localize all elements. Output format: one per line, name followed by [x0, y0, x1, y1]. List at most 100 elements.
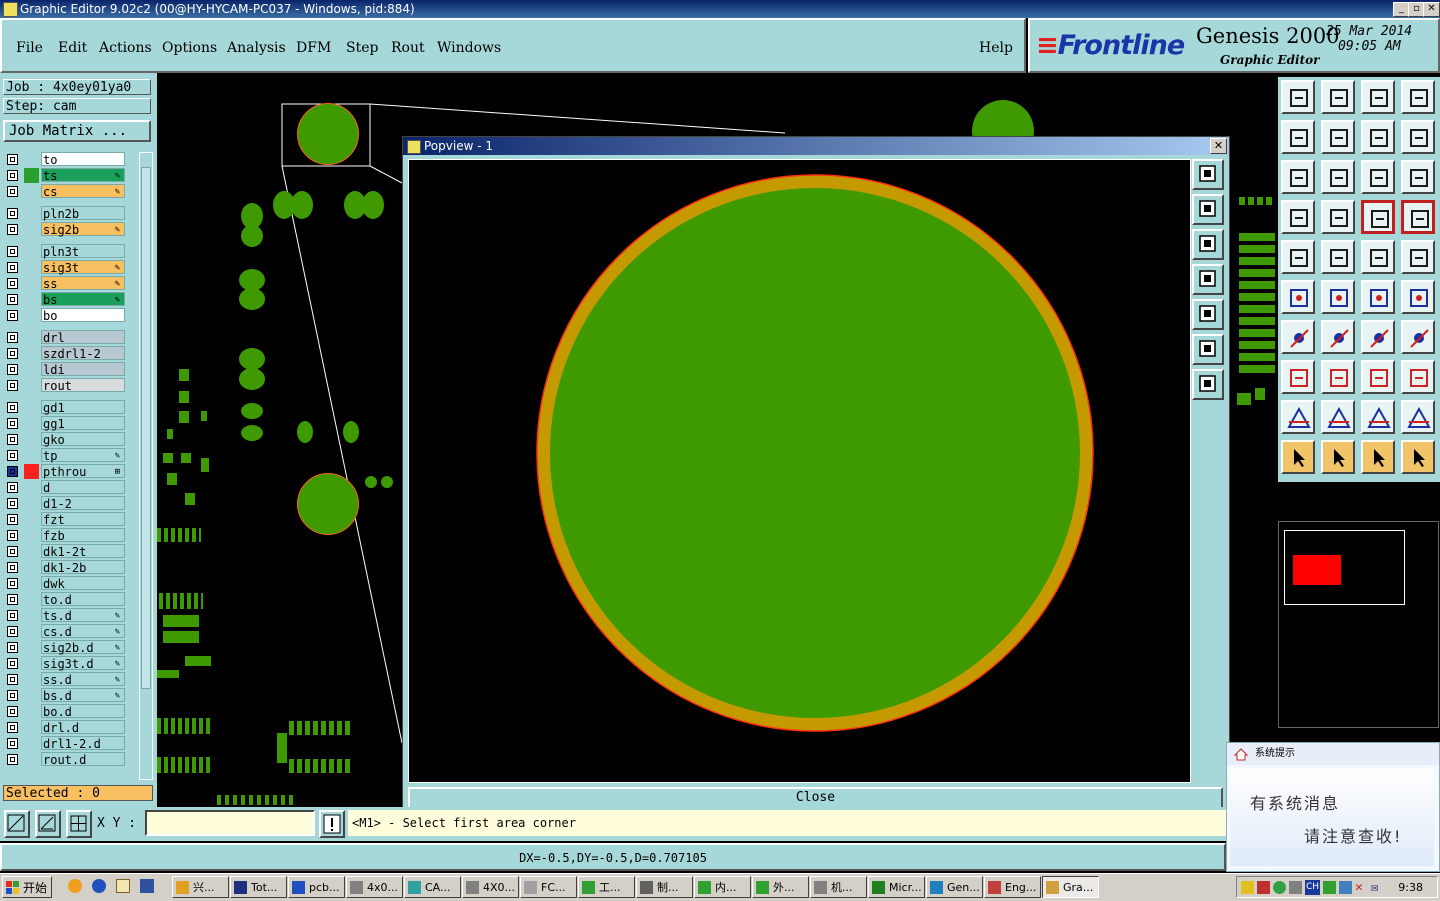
grid-icon[interactable]: [66, 810, 92, 838]
layer-row[interactable]: sig3t.d ✎: [3, 656, 127, 671]
layer-row[interactable]: gd1: [3, 400, 127, 415]
layer-row[interactable]: pthrou ⊞: [3, 464, 127, 479]
smd-pad-row[interactable]: [217, 795, 297, 805]
pointer-path-icon[interactable]: [1401, 440, 1435, 474]
layer-row[interactable]: ss.d ✎: [3, 672, 127, 687]
layer-name[interactable]: drl: [41, 330, 125, 345]
smd-pad[interactable]: [201, 458, 209, 472]
pad[interactable]: [241, 225, 263, 247]
layer-checkbox[interactable]: [7, 364, 18, 375]
taskbar-item[interactable]: Gen...: [926, 876, 983, 898]
menu-file[interactable]: File: [16, 40, 43, 56]
minimap-view-region[interactable]: [1293, 555, 1341, 585]
smd-pad[interactable]: [185, 493, 195, 505]
layer-row[interactable]: rout: [3, 378, 127, 393]
layer-row[interactable]: gko: [3, 432, 127, 447]
speaker-tray-icon[interactable]: [1289, 881, 1302, 894]
layer-checkbox[interactable]: [7, 690, 18, 701]
start-button[interactable]: 开始: [2, 876, 52, 898]
layer-row[interactable]: dk1-2t: [3, 544, 127, 559]
taskbar-item[interactable]: pcb...: [288, 876, 345, 898]
measure-box-icon[interactable]: [1361, 360, 1395, 394]
move-left-icon[interactable]: [1281, 120, 1315, 154]
layer-checkbox[interactable]: [7, 738, 18, 749]
layer-checkbox[interactable]: [7, 578, 18, 589]
smd-pad[interactable]: [1237, 393, 1251, 405]
pointer-box-icon[interactable]: [1321, 440, 1355, 474]
help-icon[interactable]: [1401, 160, 1435, 194]
layer-checkbox[interactable]: [7, 402, 18, 413]
smd-pad[interactable]: [185, 656, 211, 666]
mail-tray-icon[interactable]: ✉: [1371, 881, 1384, 894]
save-icon[interactable]: [140, 879, 154, 893]
text-a-box-icon[interactable]: [1361, 400, 1395, 434]
layer-row[interactable]: sig3t ✎: [3, 260, 127, 275]
smd-pad[interactable]: [167, 429, 173, 439]
feature-icon[interactable]: [1401, 320, 1435, 354]
pop-copy-up-icon[interactable]: [1192, 194, 1224, 225]
security-tray-icon[interactable]: [1323, 881, 1336, 894]
layer-row[interactable]: ss ✎: [3, 276, 127, 291]
smd-pad[interactable]: [179, 391, 189, 403]
smd-pad[interactable]: [157, 670, 179, 678]
layer-name[interactable]: sig3t.d ✎: [41, 656, 125, 671]
window-icon[interactable]: [1401, 80, 1435, 114]
popview-canvas[interactable]: [408, 159, 1191, 783]
layer-row[interactable]: sig2b ✎: [3, 222, 127, 237]
tool-tray-icon[interactable]: [1257, 881, 1270, 894]
layer-name[interactable]: dwk: [41, 576, 125, 591]
taskbar-item[interactable]: 兴...: [172, 876, 229, 898]
pad[interactable]: [239, 288, 265, 310]
pad-selected[interactable]: [297, 103, 359, 165]
layer-name[interactable]: sig3t ✎: [41, 260, 125, 275]
taskbar-item[interactable]: Gra...: [1042, 876, 1099, 898]
layer-row[interactable]: bo: [3, 308, 127, 323]
layer-row[interactable]: ldi: [3, 362, 127, 377]
layer-name[interactable]: cs ✎: [41, 184, 125, 199]
layer-name[interactable]: gg1: [41, 416, 125, 431]
connect-icon[interactable]: [1361, 280, 1395, 314]
layer-row[interactable]: ts ✎: [3, 168, 127, 183]
notepad-icon[interactable]: [116, 879, 130, 893]
redo-icon[interactable]: [1401, 120, 1435, 154]
layer-checkbox[interactable]: [7, 610, 18, 621]
job-matrix-button[interactable]: Job Matrix ...: [3, 120, 151, 142]
browser-icon[interactable]: [92, 879, 106, 893]
angle-icon[interactable]: [1281, 320, 1315, 354]
layer-name[interactable]: dk1-2b: [41, 560, 125, 575]
taskbar-item[interactable]: 工...: [578, 876, 635, 898]
layer-name[interactable]: sig2b ✎: [41, 222, 125, 237]
pad[interactable]: [362, 191, 384, 219]
layer-row[interactable]: szdrl1-2: [3, 346, 127, 361]
taskbar-item[interactable]: 制...: [636, 876, 693, 898]
layer-name[interactable]: rout.d: [41, 752, 125, 767]
taskbar-item[interactable]: 4x0...: [346, 876, 403, 898]
layer-row[interactable]: drl.d: [3, 720, 127, 735]
smd-pad[interactable]: [1255, 388, 1265, 400]
layer-row[interactable]: fzb: [3, 528, 127, 543]
layer-row[interactable]: cs.d ✎: [3, 624, 127, 639]
layer-compare-icon[interactable]: [1361, 200, 1395, 234]
layer-row[interactable]: to: [3, 152, 127, 167]
copy-in-icon[interactable]: [1321, 80, 1355, 114]
layer-name[interactable]: d1-2: [41, 496, 125, 511]
taskbar-item[interactable]: CA...: [404, 876, 461, 898]
smd-pad[interactable]: [179, 411, 189, 423]
menu-windows[interactable]: Windows: [437, 40, 501, 56]
layer-row[interactable]: gg1: [3, 416, 127, 431]
layer-checkbox[interactable]: [7, 626, 18, 637]
layer-name[interactable]: fzt: [41, 512, 125, 527]
smd-pad-row[interactable]: [157, 528, 201, 542]
smd-pad[interactable]: [163, 453, 173, 463]
layer-checkbox[interactable]: [7, 466, 18, 477]
layer-checkbox[interactable]: [7, 482, 18, 493]
layer-checkbox[interactable]: [7, 224, 18, 235]
ime-indicator[interactable]: CH: [1305, 880, 1320, 895]
triangle-icon[interactable]: [1281, 400, 1315, 434]
layer-name[interactable]: to: [41, 152, 125, 167]
taskbar-item[interactable]: 机...: [810, 876, 867, 898]
pointer-circle-icon[interactable]: [1361, 440, 1395, 474]
menu-options[interactable]: Options: [162, 40, 217, 56]
layer-name[interactable]: tp ✎: [41, 448, 125, 463]
layer-name[interactable]: bs.d ✎: [41, 688, 125, 703]
